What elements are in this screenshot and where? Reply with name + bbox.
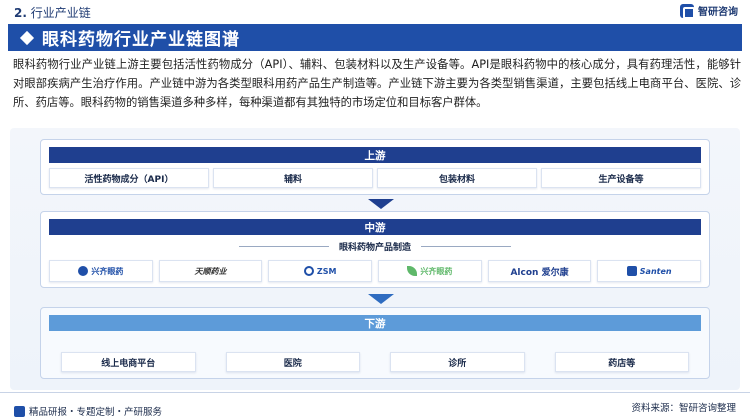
zsm-logo-icon [303, 266, 314, 276]
midstream-subtitle-row: 眼科药物产品制造 [41, 240, 709, 253]
company-logo: Alcon 爱尔康 [487, 260, 592, 282]
upstream-title: 上游 [49, 147, 701, 163]
midstream-subtitle: 眼科药物产品制造 [338, 243, 411, 253]
section-label: 2. 行业产业链 [14, 4, 91, 21]
downstream-title: 下游 [49, 315, 701, 331]
divider [238, 246, 329, 247]
company-logo-text: ZSM [316, 266, 337, 276]
upstream-item: 辅料 [213, 168, 373, 188]
divider [421, 246, 511, 247]
upstream-item: 活性药物成分（API） [49, 168, 209, 188]
brand-logo: 智研咨询 [680, 3, 738, 19]
footer-divider [0, 392, 750, 393]
footer-left: 精品研报・专题定制・产研服务 [14, 404, 162, 418]
company-logo-text: Santen [639, 266, 672, 276]
footer-tagline: 精品研报・专题定制・产研服务 [29, 407, 163, 418]
midstream-stage: 中游 眼科药物产品制造 兴齐眼药 天顺药业 ZSM 兴齐眼药 Alcon 爱尔康… [40, 211, 710, 288]
downstream-item: 线上电商平台 [61, 352, 196, 372]
company-logo: 兴齐眼药 [378, 260, 482, 282]
upstream-stage: 上游 活性药物成分（API） 辅料 包装材料 生产设备等 [40, 139, 710, 195]
downstream-item: 诊所 [390, 352, 525, 372]
page-title: 眼科药物行业产业链图谱 [42, 30, 240, 50]
footer-source: 资料来源：智研咨询整理 [631, 403, 736, 414]
santen-logo-icon [626, 266, 637, 276]
midstream-title: 中游 [49, 219, 701, 235]
brand-icon [680, 3, 695, 19]
downstream-stage: 下游 线上电商平台 医院 诊所 药店等 [40, 307, 710, 379]
title-banner: 眼科药物行业产业链图谱 [8, 24, 742, 51]
upstream-item: 包装材料 [377, 168, 537, 188]
downstream-item: 医院 [225, 352, 360, 372]
upstream-item: 生产设备等 [541, 168, 701, 188]
company-logo: ZSM [268, 260, 373, 282]
down-arrow-icon [368, 294, 394, 304]
brand-name: 智研咨询 [698, 7, 738, 18]
company-logos: 兴齐眼药 天顺药业 ZSM 兴齐眼药 Alcon 爱尔康 Santen [49, 260, 702, 282]
company-logo-text: Alcon 爱尔康 [510, 267, 569, 278]
brand-mini-icon [14, 405, 25, 417]
company-logo-text: 天顺药业 [194, 265, 227, 276]
intro-paragraph: 眼科药物行业产业链上游主要包括活性药物成分（API）、辅料、包装材料以及生产设备… [13, 58, 741, 109]
xingqi-logo-icon [78, 266, 89, 276]
diamond-icon [19, 30, 35, 45]
down-arrow-icon [368, 199, 394, 209]
company-logo: 天顺药业 [158, 260, 263, 282]
downstream-item: 药店等 [554, 352, 689, 372]
upstream-items: 活性药物成分（API） 辅料 包装材料 生产设备等 [49, 168, 701, 188]
downstream-items: 线上电商平台 医院 诊所 药店等 [61, 352, 689, 372]
company-logo-text: 兴齐眼药 [91, 266, 124, 276]
leaf-logo-icon [407, 266, 418, 276]
section-number: 2. [14, 6, 27, 20]
top-bar: 2. 行业产业链 智研咨询 [0, 0, 750, 22]
company-logo: 兴齐眼药 [49, 260, 153, 282]
company-logo: Santen [597, 260, 702, 282]
company-logo-text: 兴齐眼药 [420, 266, 453, 276]
section-title: 行业产业链 [30, 6, 91, 20]
